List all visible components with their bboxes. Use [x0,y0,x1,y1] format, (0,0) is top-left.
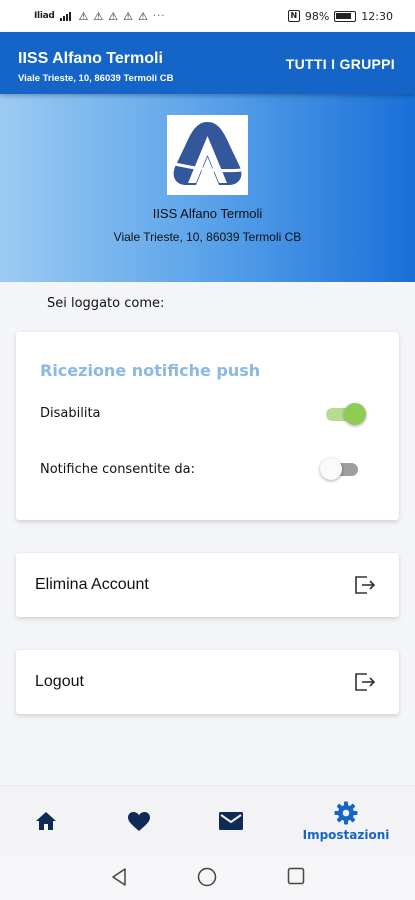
status-right: N 98% 12:30 [287,9,393,23]
logged-as-label: Sei loggato come: [47,296,165,311]
system-navigation-bar [0,855,415,900]
alert-icon: ⚠ [93,9,104,23]
status-left: Iliad ⚠ ⚠ ⚠ ⚠ ⚠ ··· [34,10,165,23]
school-name: IISS Alfano Termoli [152,206,263,221]
status-bar: Iliad ⚠ ⚠ ⚠ ⚠ ⚠ ··· N 98% 12:30 [0,0,415,32]
home-circle-icon[interactable] [197,867,217,891]
nav-home[interactable] [26,786,66,856]
push-card-title: Ricezione notifiche push [40,361,261,380]
heart-icon [128,811,150,831]
toggle-thumb [344,403,366,425]
disable-label: Disabilita [40,406,101,421]
nav-favorites[interactable] [119,786,159,856]
push-notifications-card: Ricezione notifiche push Disabilita Noti… [16,332,399,520]
signal-icon [59,12,71,21]
battery-icon [334,10,357,22]
allowed-from-toggle[interactable] [320,458,360,480]
home-icon [36,812,56,830]
school-address: Viale Trieste, 10, 86039 Termoli CB [113,230,302,244]
alert-icon: ⚠ [138,9,148,23]
allowed-from-label: Notifiche consentite da: [40,462,195,477]
more-notifications-icon: ··· [152,10,166,22]
alert-icon: ⚠ [123,9,134,23]
mail-icon [219,812,243,830]
delete-account-label: Elimina Account [35,576,149,593]
logout-label: Logout [35,673,84,690]
nav-settings-label: Impostazioni [302,827,390,842]
school-logo [167,115,248,195]
alert-icon: ⚠ [108,9,119,23]
gear-icon [334,801,358,824]
school-logo-icon [173,122,243,185]
carrier-label: Iliad [34,11,55,21]
delete-account-button[interactable]: Elimina Account [16,553,399,617]
clock: 12:30 [361,9,393,23]
exit-icon [353,574,377,596]
disable-toggle[interactable] [324,403,366,425]
recents-icon[interactable] [287,867,305,889]
logout-button[interactable]: Logout [16,650,399,714]
nfc-icon: N [287,10,300,22]
all-groups-button[interactable]: TUTTI I GRUPPI [286,56,395,72]
app-bar-subtitle: Viale Trieste, 10, 86039 Termoli CB [18,73,174,84]
bottom-navigation: Impostazioni [0,785,415,855]
toggle-thumb [320,458,342,480]
back-icon[interactable] [110,867,128,891]
alert-icon: ⚠ [78,9,89,23]
app-bar: IISS Alfano Termoli Viale Trieste, 10, 8… [0,32,415,94]
nav-messages[interactable] [211,786,251,856]
nav-settings[interactable]: Impostazioni [292,786,400,856]
school-header: IISS Alfano Termoli Viale Trieste, 10, 8… [0,94,415,282]
battery-percent: 98% [304,9,330,23]
app-bar-title: IISS Alfano Termoli [18,50,163,67]
exit-icon [353,671,377,693]
